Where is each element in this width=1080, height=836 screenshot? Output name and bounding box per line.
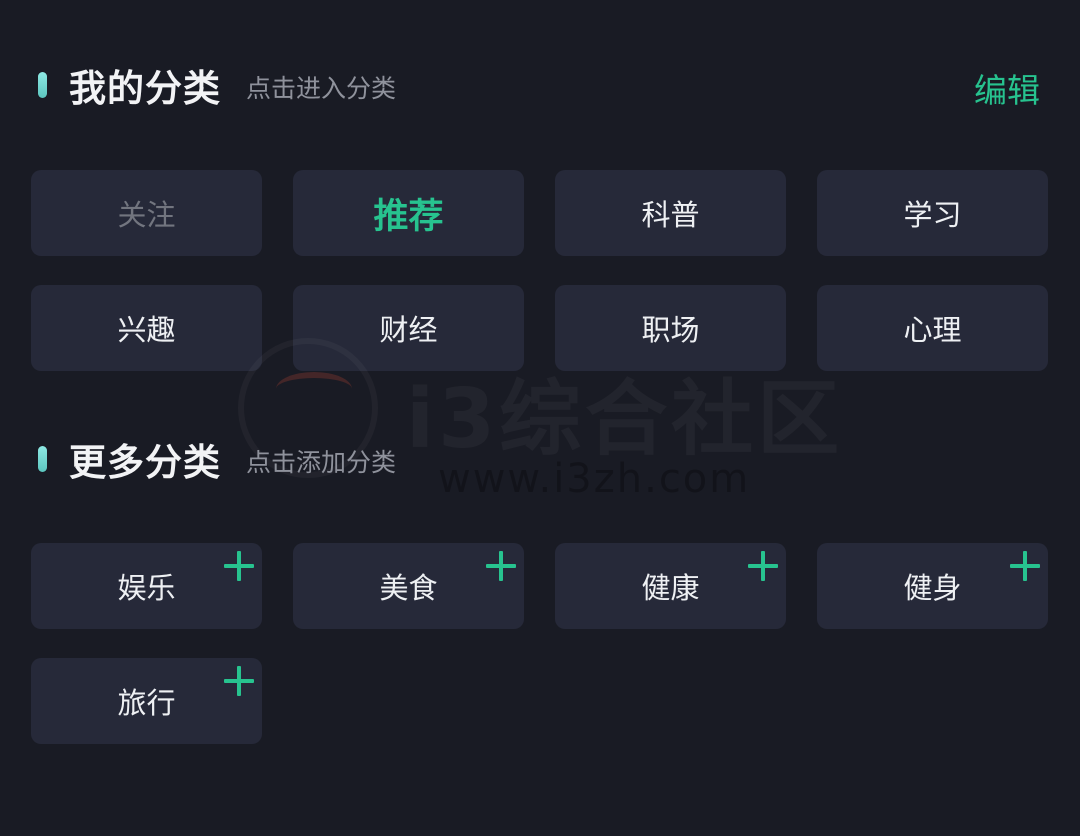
- my-categories-grid: 关注 推荐 科普 学习 兴趣 财经 职场 心理: [31, 170, 1048, 371]
- my-categories-title: 我的分类: [69, 67, 221, 110]
- plus-icon[interactable]: [748, 551, 778, 581]
- edit-button[interactable]: 编辑: [974, 64, 1040, 112]
- section-accent-bar: [38, 72, 47, 98]
- add-category-entertainment[interactable]: 娱乐: [31, 543, 262, 629]
- category-chip-science[interactable]: 科普: [555, 170, 786, 256]
- chip-label: 娱乐: [117, 571, 176, 605]
- my-categories-hint: 点击进入分类: [246, 74, 397, 103]
- category-chip-recommended[interactable]: 推荐: [293, 170, 524, 256]
- category-chip-follow[interactable]: 关注: [31, 170, 262, 256]
- category-chip-interest[interactable]: 兴趣: [31, 285, 262, 371]
- chip-label: 健康: [641, 571, 700, 605]
- section-accent-bar: [38, 446, 47, 472]
- plus-icon[interactable]: [224, 666, 254, 696]
- category-manager: 我的分类 点击进入分类 编辑 关注 推荐 科普 学习 兴趣 财经 职场 心理 i…: [0, 0, 1080, 836]
- my-categories-header: 我的分类 点击进入分类: [38, 63, 397, 110]
- add-category-food[interactable]: 美食: [293, 543, 524, 629]
- category-chip-finance[interactable]: 财经: [293, 285, 524, 371]
- category-chip-study[interactable]: 学习: [817, 170, 1048, 256]
- plus-icon[interactable]: [486, 551, 516, 581]
- more-categories-title: 更多分类: [69, 441, 221, 484]
- more-categories-grid: 娱乐 美食 健康 健身 旅行: [31, 543, 1048, 744]
- chip-label: 美食: [379, 571, 438, 605]
- chip-label: 旅行: [117, 686, 176, 720]
- more-categories-header: 更多分类 点击添加分类: [38, 437, 397, 484]
- plus-icon[interactable]: [1010, 551, 1040, 581]
- category-chip-psychology[interactable]: 心理: [817, 285, 1048, 371]
- add-category-travel[interactable]: 旅行: [31, 658, 262, 744]
- category-chip-career[interactable]: 职场: [555, 285, 786, 371]
- chip-label: 健身: [903, 571, 962, 605]
- add-category-health[interactable]: 健康: [555, 543, 786, 629]
- watermark-url: www.i3zh.com: [438, 456, 751, 502]
- plus-icon[interactable]: [224, 551, 254, 581]
- add-category-fitness[interactable]: 健身: [817, 543, 1048, 629]
- more-categories-hint: 点击添加分类: [246, 448, 397, 477]
